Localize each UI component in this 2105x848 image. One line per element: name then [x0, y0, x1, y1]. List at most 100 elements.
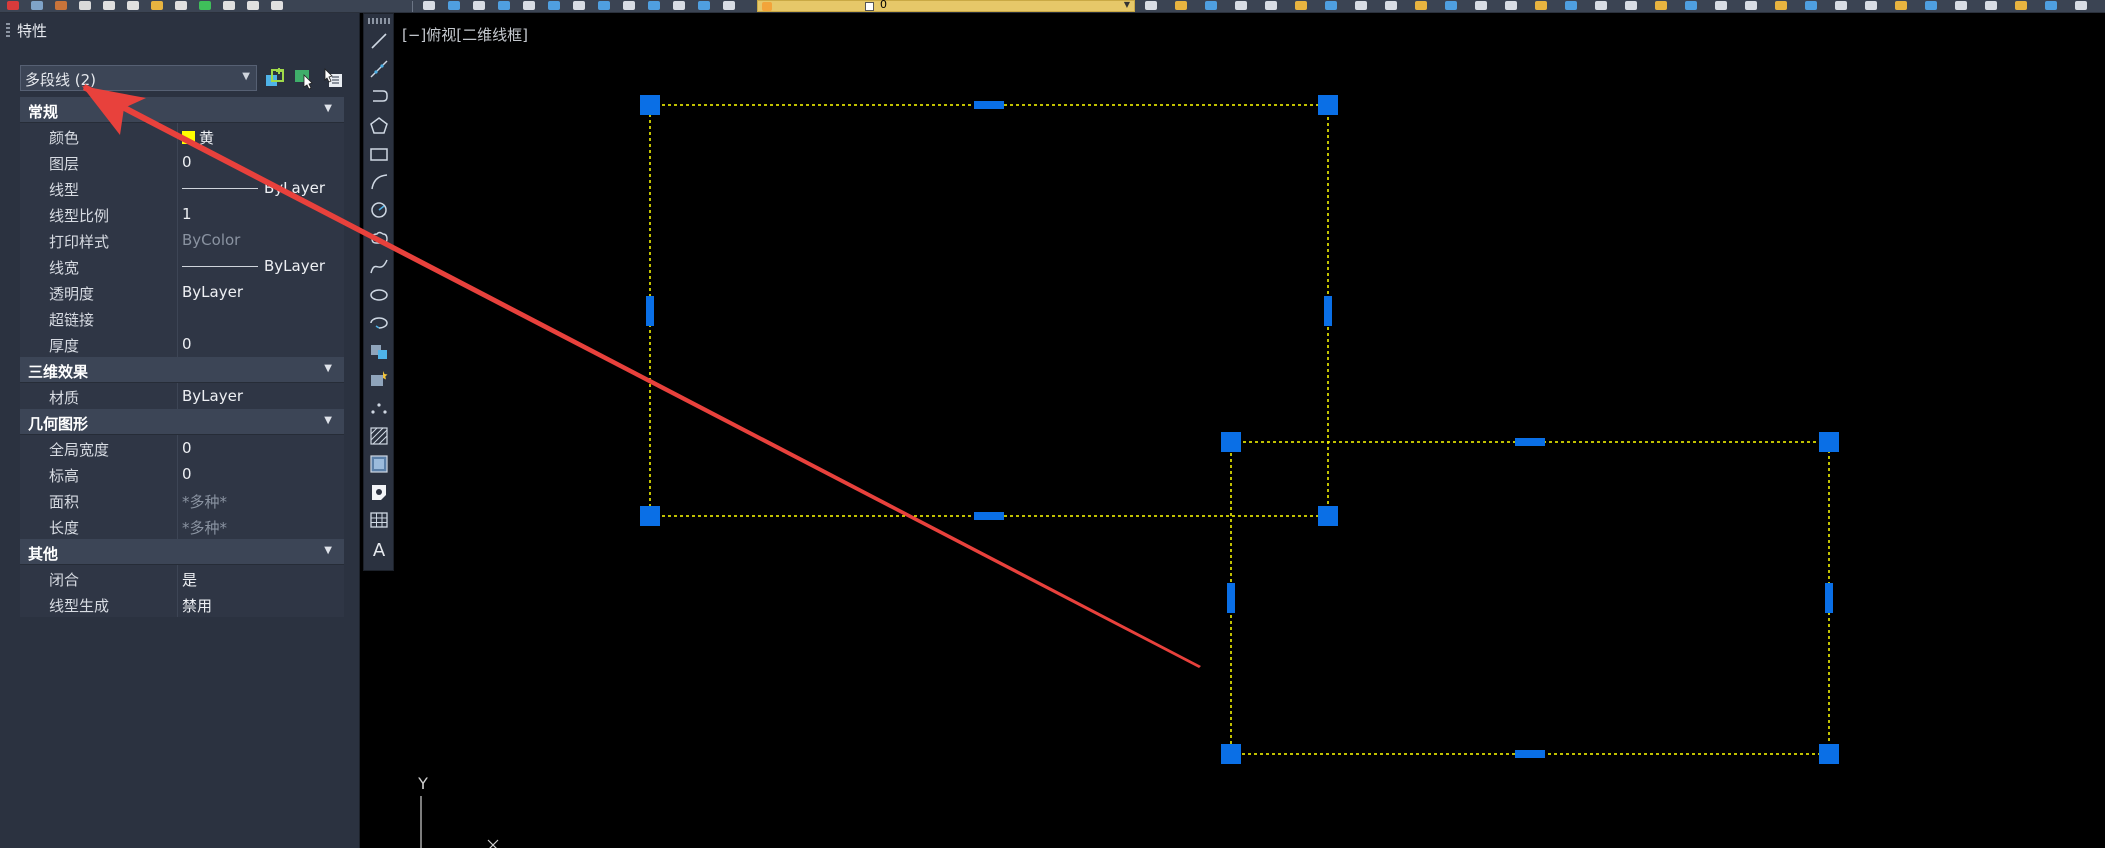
toolbar-button[interactable]	[76, 0, 94, 12]
collapse-arrow-icon[interactable]: ▼	[324, 363, 332, 374]
toolbar-button[interactable]	[1442, 0, 1460, 12]
property-value[interactable]: 0	[178, 331, 344, 357]
polygon-tool-button[interactable]	[368, 115, 390, 137]
ellipse-arc-tool-button[interactable]	[368, 312, 390, 334]
table-tool-button[interactable]	[368, 509, 390, 531]
toolbar-button[interactable]	[1502, 0, 1520, 12]
insert-block-tool-button[interactable]	[368, 340, 390, 362]
toolbar-button[interactable]	[1712, 0, 1730, 12]
toolbar-button[interactable]	[1922, 0, 1940, 12]
property-row[interactable]: 线宽 ByLayer	[20, 253, 344, 279]
section-header[interactable]: 三维效果 ▼	[20, 357, 344, 383]
toolbar-button[interactable]	[645, 0, 663, 12]
toolbar-button[interactable]	[2012, 0, 2030, 12]
hatch-tool-button[interactable]	[368, 425, 390, 447]
toolbar-button[interactable]	[268, 0, 286, 12]
toolbar-button[interactable]	[1622, 0, 1640, 12]
property-row[interactable]: 线型 ByLayer	[20, 175, 344, 201]
toolbar-button[interactable]	[1892, 0, 1910, 12]
property-value[interactable]	[178, 305, 344, 331]
toolbar-button[interactable]	[124, 0, 142, 12]
toolbar-button[interactable]	[1682, 0, 1700, 12]
property-row[interactable]: 厚度 0	[20, 331, 344, 357]
quick-select-button[interactable]	[263, 66, 287, 90]
ellipse-tool-button[interactable]	[368, 284, 390, 306]
property-row[interactable]: 长度 *多种*	[20, 513, 344, 539]
property-value[interactable]: ByLayer	[178, 175, 344, 201]
toolbar-button[interactable]	[720, 0, 738, 12]
toggle-pickadd-button[interactable]	[321, 66, 345, 90]
toolbar-button[interactable]	[1142, 0, 1160, 12]
collapse-arrow-icon[interactable]: ▼	[324, 415, 332, 426]
gradient-tool-button[interactable]	[368, 453, 390, 475]
toolbar-button[interactable]	[1952, 0, 1970, 12]
toolbar-button[interactable]	[2072, 0, 2090, 12]
property-value[interactable]: 0	[178, 149, 344, 175]
point-tool-button[interactable]	[368, 397, 390, 419]
toolbar-button[interactable]	[1292, 0, 1310, 12]
toolbar-button[interactable]	[220, 0, 238, 12]
toolbar-button[interactable]	[4, 0, 22, 12]
toolbar-button[interactable]	[1262, 0, 1280, 12]
viewport-controls-label[interactable]: [−]俯视[二维线框]	[402, 24, 528, 45]
toolbar-button[interactable]	[470, 0, 488, 12]
toolbar-button[interactable]	[1802, 0, 1820, 12]
toolbar-button[interactable]	[445, 0, 463, 12]
collapse-arrow-icon[interactable]: ▼	[324, 545, 332, 556]
toolbar-button[interactable]	[172, 0, 190, 12]
section-header[interactable]: 几何图形 ▼	[20, 409, 344, 435]
property-row[interactable]: 线型生成 禁用	[20, 591, 344, 617]
section-header[interactable]: 常规 ▼	[20, 97, 344, 123]
toolbar-button[interactable]	[2042, 0, 2060, 12]
toolbar-button[interactable]	[244, 0, 262, 12]
toolbar-button[interactable]	[1862, 0, 1880, 12]
toolbar-button[interactable]	[196, 0, 214, 12]
line-tool-button[interactable]	[368, 30, 390, 52]
palette-title-bar[interactable]: 特性	[0, 19, 360, 41]
toolbar-button[interactable]	[1652, 0, 1670, 12]
toolbar-button[interactable]	[495, 0, 513, 12]
polyline-tool-button[interactable]	[368, 86, 390, 108]
toolbar-button[interactable]	[1232, 0, 1250, 12]
property-value[interactable]: ByLayer	[178, 383, 344, 409]
property-row[interactable]: 面积 *多种*	[20, 487, 344, 513]
toolbar-button[interactable]	[1412, 0, 1430, 12]
property-value[interactable]: 是	[178, 565, 344, 591]
property-row[interactable]: 超链接	[20, 305, 344, 331]
property-row[interactable]: 标高 0	[20, 461, 344, 487]
property-value[interactable]: ByColor	[178, 227, 344, 253]
rectangle-tool-button[interactable]	[368, 143, 390, 165]
toolbar-button[interactable]	[1172, 0, 1190, 12]
toolbar-button[interactable]	[1472, 0, 1490, 12]
palette-grip-handle[interactable]	[6, 23, 10, 37]
property-value[interactable]: *多种*	[178, 513, 344, 539]
property-value[interactable]: ByLayer	[178, 279, 344, 305]
drawing-canvas[interactable]	[398, 13, 2105, 848]
property-row[interactable]: 材质 ByLayer	[20, 383, 344, 409]
toolbar-button[interactable]	[1592, 0, 1610, 12]
toolbar-button[interactable]	[1742, 0, 1760, 12]
toolbar-button[interactable]	[1382, 0, 1400, 12]
toolbar-button[interactable]	[28, 0, 46, 12]
mtext-tool-button[interactable]: A	[368, 538, 390, 561]
revision-cloud-tool-button[interactable]	[368, 227, 390, 249]
property-value[interactable]: 禁用	[178, 591, 344, 617]
select-objects-button[interactable]	[292, 66, 316, 90]
toolbar-button[interactable]	[52, 0, 70, 12]
property-row[interactable]: 闭合 是	[20, 565, 344, 591]
circle-tool-button[interactable]	[368, 199, 390, 221]
toolbar-button[interactable]	[520, 0, 538, 12]
toolbar-button[interactable]	[1202, 0, 1220, 12]
property-value[interactable]: 1	[178, 201, 344, 227]
toolbar-button[interactable]	[100, 0, 118, 12]
object-type-select[interactable]: 多段线 (2) ▼	[20, 65, 257, 91]
toolbar-button[interactable]	[1832, 0, 1850, 12]
property-value[interactable]: 0	[178, 435, 344, 461]
layer-select[interactable]: 0 ▼	[757, 0, 1135, 12]
property-row[interactable]: 线型比例 1	[20, 201, 344, 227]
toolbar-button[interactable]	[1982, 0, 2000, 12]
property-value[interactable]: 黄	[178, 123, 344, 149]
toolbar-button[interactable]	[1772, 0, 1790, 12]
property-row[interactable]: 图层 0	[20, 149, 344, 175]
toolbar-button[interactable]	[1322, 0, 1340, 12]
